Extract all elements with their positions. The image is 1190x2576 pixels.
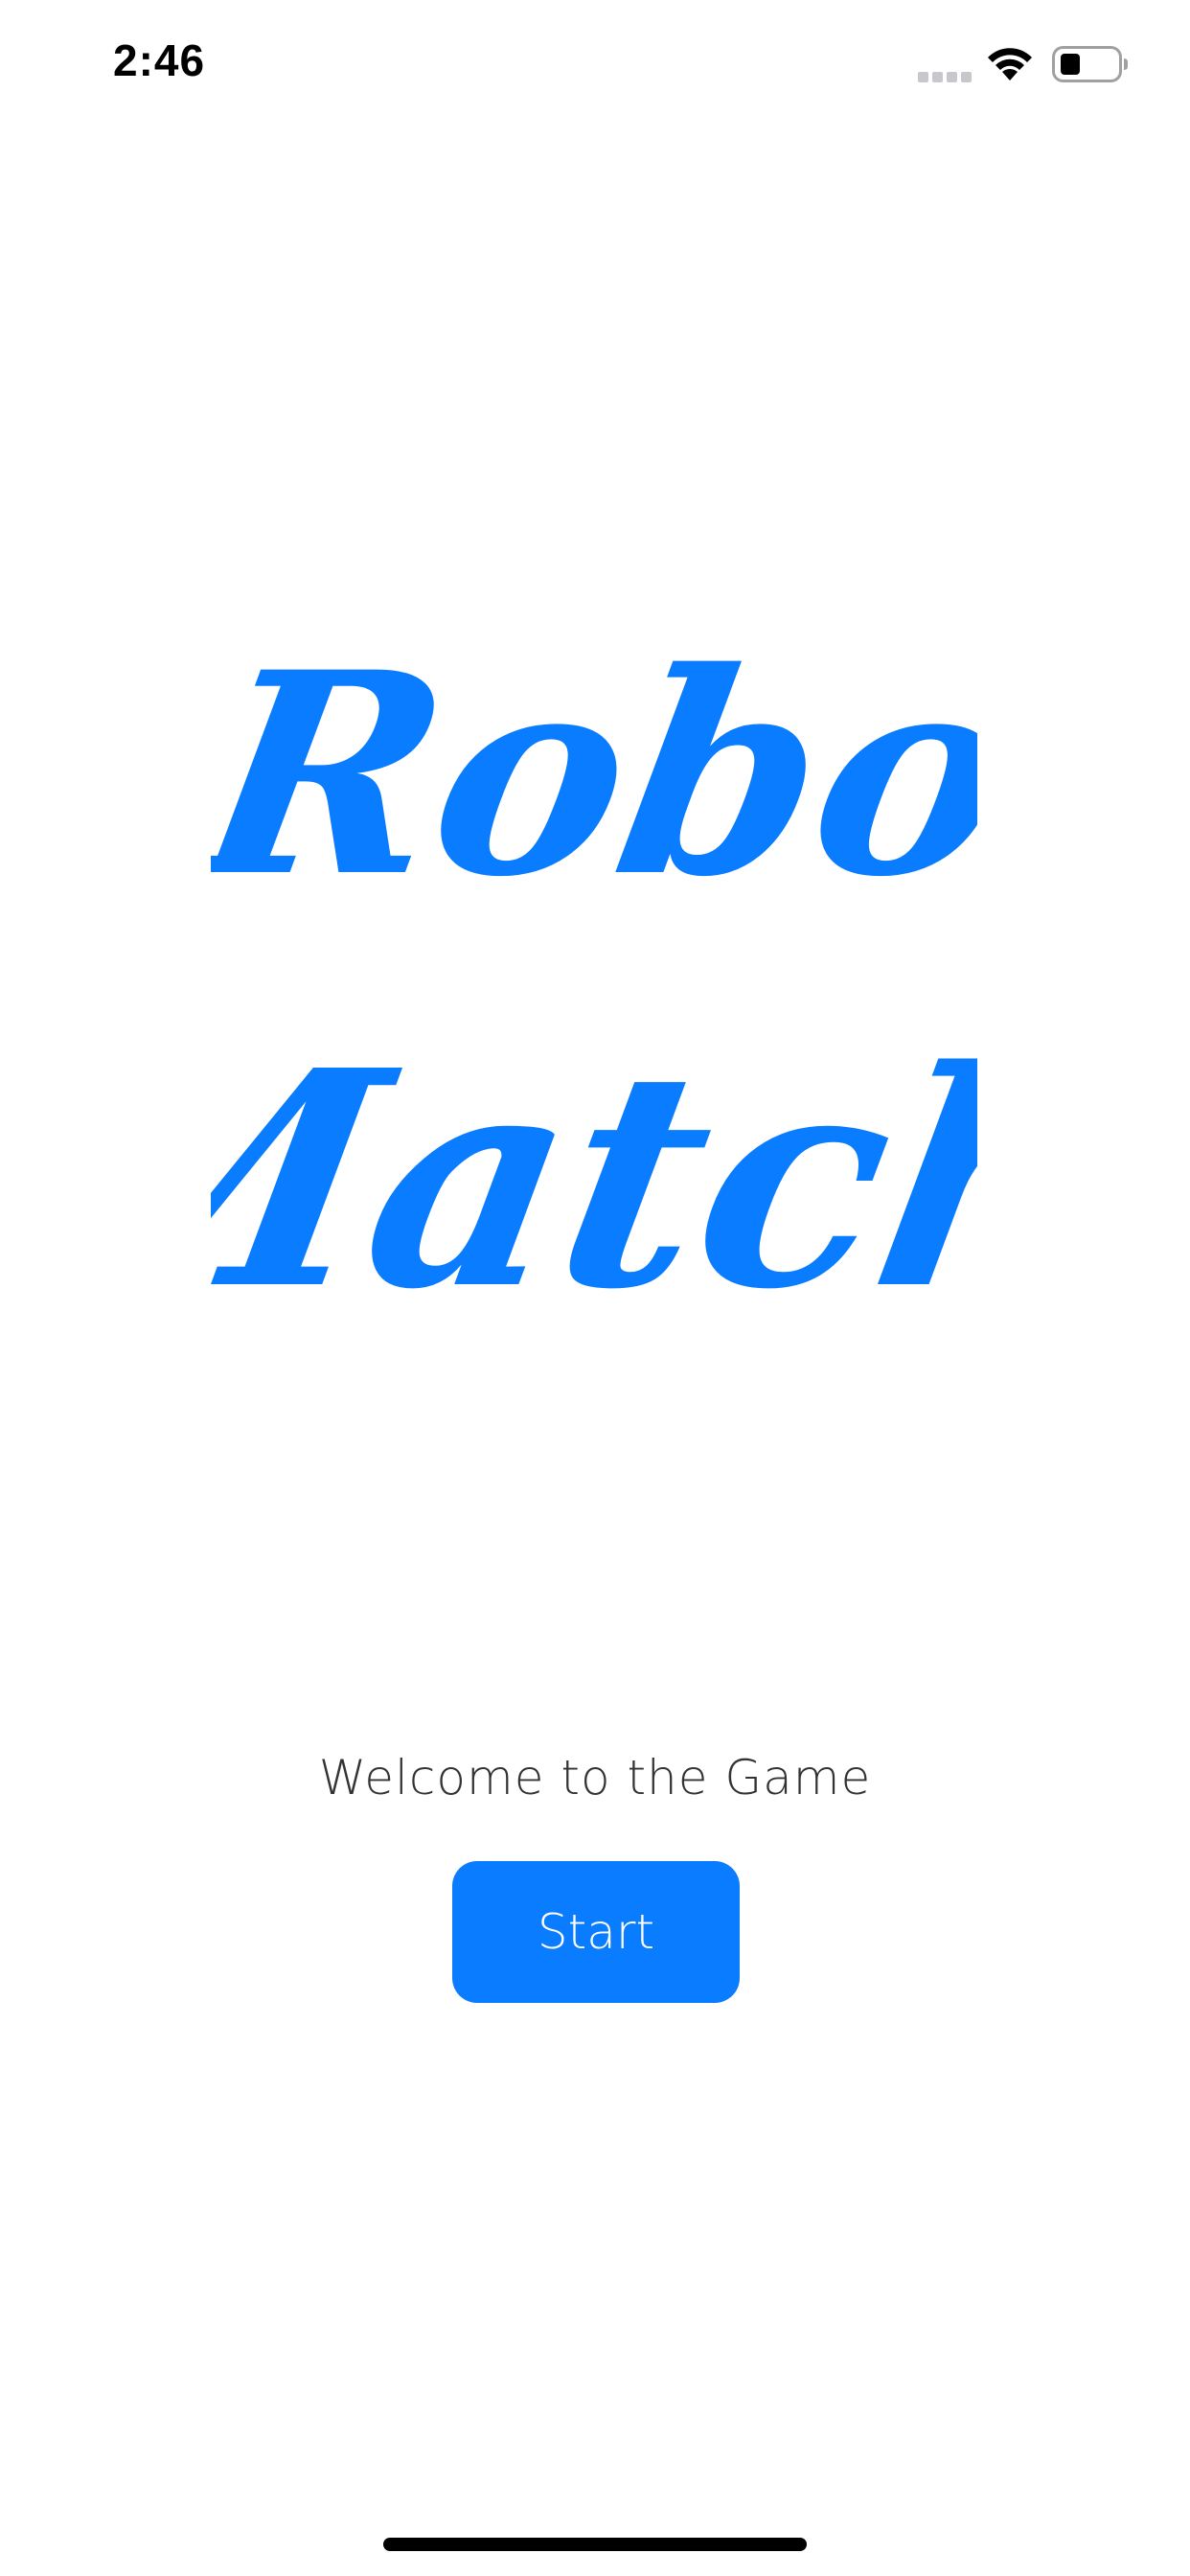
status-time: 2:46	[113, 35, 206, 85]
home-indicator[interactable]	[383, 2538, 807, 2551]
wifi-icon	[988, 48, 1032, 80]
logo-line-robo: Robo	[211, 632, 977, 937]
battery-icon	[1052, 46, 1128, 82]
logo-line-match: Match	[211, 1005, 977, 1354]
welcome-text: Welcome to the Game	[318, 1750, 872, 1806]
signal-icon	[918, 72, 972, 82]
start-button[interactable]: Start	[452, 1861, 740, 2003]
status-bar: 2:46	[0, 0, 1190, 129]
game-logo: Robo Match	[7, 611, 1133, 1361]
